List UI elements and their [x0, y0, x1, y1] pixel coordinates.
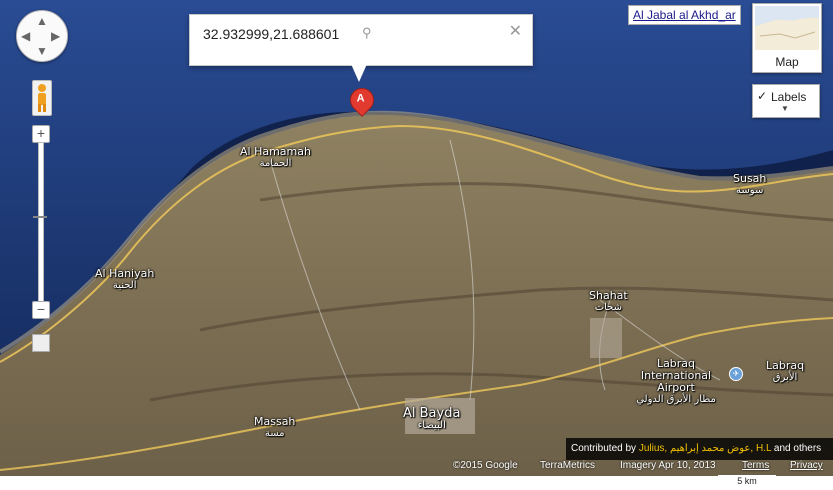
photo-icon[interactable] — [32, 334, 50, 352]
map-type-toggle[interactable]: Map — [752, 3, 822, 73]
privacy-link[interactable]: Privacy — [790, 460, 823, 471]
map-footer: ©2015 Google TerraMetrics Imagery Apr 10… — [0, 458, 833, 476]
place-label-al-hamamah[interactable]: Al Hamamah الحمامة — [240, 146, 311, 170]
terrametrics-text: TerraMetrics — [540, 460, 596, 471]
search-query[interactable]: 32.932999,21.688601 — [203, 26, 339, 42]
place-label-susah[interactable]: Susah سوسة — [733, 173, 766, 197]
contributors-suffix: and others — [773, 443, 822, 454]
pan-down-icon[interactable]: ▼ — [36, 45, 48, 57]
place-name: Shahat — [589, 289, 628, 302]
zoom-slider-handle[interactable] — [33, 216, 47, 218]
copyright-text: ©2015 Google — [453, 460, 518, 471]
search-icon[interactable]: ⚲ — [362, 25, 372, 41]
place-name: Labraq International Airport — [640, 357, 712, 394]
pan-control[interactable]: ▲ ▼ ◀ ▶ — [16, 10, 68, 62]
shahat-urban-area — [590, 318, 622, 358]
place-name-arabic: الحنية — [112, 280, 137, 291]
infobox-pointer — [351, 64, 367, 82]
place-name: Al Bayda — [403, 406, 461, 421]
zoom-in-button[interactable]: + — [32, 125, 50, 143]
scale-bar — [776, 476, 832, 485]
place-name-arabic: البيضاء — [417, 420, 446, 431]
labels-toggle-label: Labels — [771, 90, 807, 104]
place-name: Massah — [254, 415, 296, 428]
place-name: Labraq — [766, 359, 805, 372]
map-thumbnail — [755, 6, 819, 50]
close-icon[interactable]: ✕ — [509, 21, 522, 41]
chevron-down-icon[interactable]: ▼ — [781, 104, 789, 113]
checkmark-icon: ✓ — [757, 89, 768, 103]
contributors-bar: Contributed by Julius, عوض محمد إبراهيم,… — [566, 438, 833, 460]
place-name: Susah — [733, 172, 767, 185]
pan-left-icon[interactable]: ◀ — [21, 30, 30, 42]
place-label-labraq[interactable]: Labraq الأبرق — [766, 360, 804, 384]
labels-toggle[interactable]: ✓ Labels ▼ — [752, 84, 820, 118]
pegman-icon — [38, 84, 46, 112]
place-label-al-bayda[interactable]: Al Bayda البيضاء — [403, 406, 461, 432]
zoom-out-button[interactable]: − — [32, 301, 50, 319]
pan-up-icon[interactable]: ▲ — [36, 15, 48, 27]
map-type-label: Map — [775, 55, 799, 69]
place-name-arabic: الحمامة — [259, 158, 292, 169]
region-link[interactable]: Al Jabal al Akhd_ar — [628, 5, 741, 25]
place-name-arabic: الأبرق — [772, 372, 798, 383]
scale-label: 5 km — [718, 475, 776, 487]
place-label-massah[interactable]: Massah مسة — [254, 416, 295, 440]
street-view-pegman[interactable] — [32, 80, 52, 116]
place-name-arabic: سوسة — [736, 185, 764, 196]
imagery-date: Imagery Apr 10, 2013 — [620, 460, 716, 471]
search-infobox[interactable]: 32.932999,21.688601 ⚲ ✕ — [189, 14, 533, 66]
contributors-names[interactable]: Julius, عوض محمد إبراهيم, H.L — [639, 443, 771, 454]
place-name: Al Haniyah — [95, 267, 155, 280]
marker-label: A — [356, 92, 365, 105]
bottom-strip — [0, 476, 833, 490]
place-label-shahat[interactable]: Shahat شحات — [589, 290, 628, 314]
place-name-arabic: مطار الأبرق الدولي — [636, 394, 716, 405]
pan-right-icon[interactable]: ▶ — [51, 30, 60, 42]
place-name: Al Hamamah — [240, 145, 311, 158]
place-name-arabic: شحات — [594, 302, 623, 313]
place-name-arabic: مسة — [264, 428, 285, 439]
place-label-labraq-airport[interactable]: Labraq International Airport مطار الأبرق… — [624, 358, 728, 406]
airport-icon: ✈ — [729, 367, 743, 381]
place-label-al-haniyah[interactable]: Al Haniyah الحنية — [95, 268, 154, 292]
zoom-slider-track[interactable] — [38, 142, 44, 302]
contributors-prefix: Contributed by — [571, 443, 637, 454]
terms-link[interactable]: Terms — [742, 460, 769, 471]
